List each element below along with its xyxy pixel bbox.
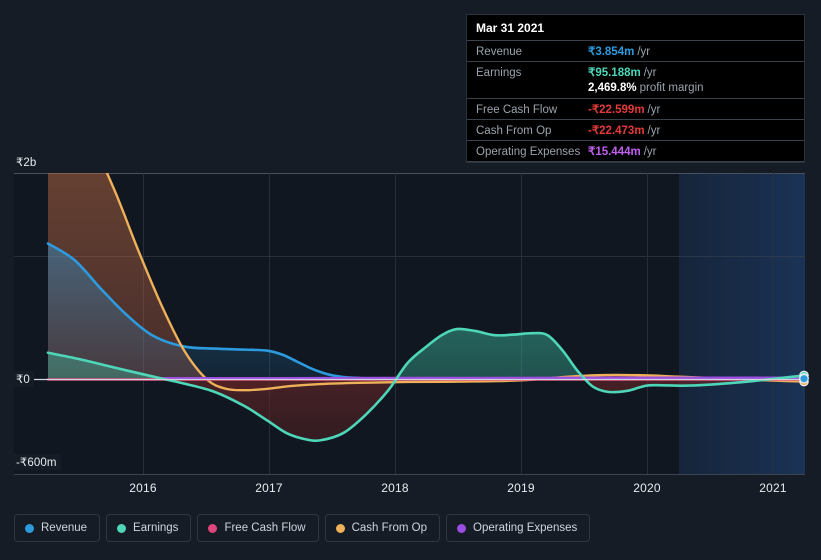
tooltip-label-operating-expenses: Operating Expenses xyxy=(476,146,581,158)
chart-legend[interactable]: Revenue Earnings Free Cash Flow Cash Fro… xyxy=(14,514,591,542)
legend-label-operating-expenses: Operating Expenses xyxy=(473,522,578,534)
tooltip-value-operating-expenses: ₹15.444m xyxy=(588,146,641,158)
tooltip-row-revenue: Revenue ₹3.854m /yr xyxy=(467,40,804,61)
x-tick-2021: 2021 xyxy=(759,481,787,495)
legend-item-operating-expenses[interactable]: Operating Expenses xyxy=(446,514,591,542)
tooltip-unit-revenue: /yr xyxy=(637,46,651,58)
legend-item-free-cash-flow[interactable]: Free Cash Flow xyxy=(197,514,319,542)
legend-dot-cash-from-op xyxy=(335,523,345,533)
x-tick-2020: 2020 xyxy=(633,481,661,495)
y-tick-bottom: -₹600m xyxy=(8,454,61,470)
tooltip-unit-free-cash-flow: /yr xyxy=(647,104,661,116)
legend-item-revenue[interactable]: Revenue xyxy=(14,514,101,542)
legend-item-earnings[interactable]: Earnings xyxy=(106,514,192,542)
endpoint-markers xyxy=(799,370,809,387)
tooltip-unit-cash-from-op: /yr xyxy=(647,125,661,137)
tooltip-label-earnings: Earnings xyxy=(476,67,522,79)
legend-label-earnings: Earnings xyxy=(133,522,179,534)
x-tick-2018: 2018 xyxy=(381,481,409,495)
x-tick-2017: 2017 xyxy=(255,481,283,495)
tooltip-row-free-cash-flow: Free Cash Flow -₹22.599m /yr xyxy=(467,98,804,119)
y-tick-zero: ₹0 xyxy=(8,371,34,387)
tooltip-row-cash-from-op: Cash From Op -₹22.473m /yr xyxy=(467,119,804,140)
tooltip-label-free-cash-flow: Free Cash Flow xyxy=(476,104,558,116)
tooltip-unit-earnings: /yr xyxy=(643,67,657,79)
legend-label-revenue: Revenue xyxy=(41,522,88,534)
tooltip-value-earnings: ₹95.188m xyxy=(588,67,641,79)
tooltip-label-revenue: Revenue xyxy=(476,46,523,58)
tooltip-label-cash-from-op: Cash From Op xyxy=(476,125,552,137)
forecast-band xyxy=(679,173,805,474)
legend-dot-revenue xyxy=(25,523,34,533)
legend-label-cash-from-op: Cash From Op xyxy=(351,522,428,534)
tooltip-value-free-cash-flow: -₹22.599m xyxy=(588,104,645,116)
legend-item-cash-from-op[interactable]: Cash From Op xyxy=(324,514,441,542)
tooltip-row-operating-expenses: Operating Expenses ₹15.444m /yr xyxy=(467,140,804,162)
tooltip-date: Mar 31 2021 xyxy=(476,21,545,35)
tooltip-value-cash-from-op: -₹22.473m xyxy=(588,125,645,137)
legend-dot-free-cash-flow xyxy=(208,523,218,533)
tooltip-unit-operating-expenses: /yr xyxy=(643,146,657,158)
legend-dot-earnings xyxy=(117,523,127,533)
financial-chart[interactable]: ₹2b ₹0 -₹600m 2016 2017 2018 2019 2020 2… xyxy=(0,0,821,560)
tooltip-value-revenue: ₹3.854m xyxy=(588,46,635,58)
tooltip-row-profit-margin: 2,469.8% profit margin xyxy=(467,82,804,98)
tooltip-row-earnings: Earnings ₹95.188m /yr xyxy=(467,61,804,82)
x-tick-2016: 2016 xyxy=(129,481,157,495)
legend-dot-operating-expenses xyxy=(457,523,467,533)
tooltip-value-profit-margin: 2,469.8% xyxy=(588,82,637,94)
legend-label-free-cash-flow: Free Cash Flow xyxy=(224,522,306,534)
x-tick-2019: 2019 xyxy=(507,481,535,495)
y-tick-top: ₹2b xyxy=(8,154,41,170)
chart-tooltip: Mar 31 2021 Revenue ₹3.854m /yr Earnings… xyxy=(466,14,805,163)
tooltip-label-profit-margin: profit margin xyxy=(639,82,704,94)
